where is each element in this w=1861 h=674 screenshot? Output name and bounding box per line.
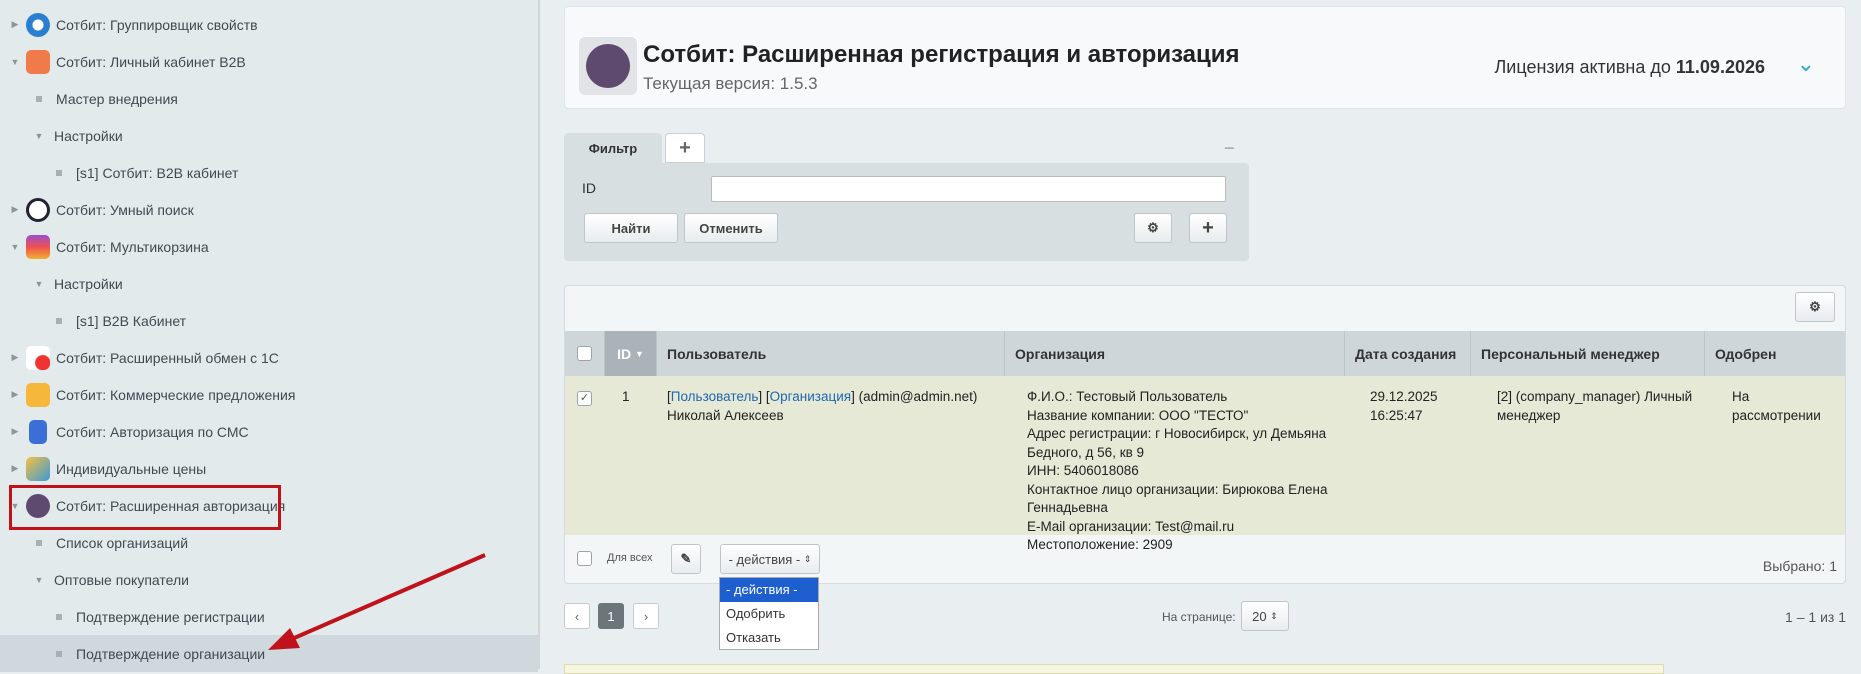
sidebar-item-label: Подтверждение организации — [76, 645, 266, 662]
sidebar-item-label: Мастер внедрения — [56, 90, 178, 107]
sidebar-item-label: Сотбит: Авторизация по СМС — [56, 423, 249, 440]
dropdown-option[interactable]: Одобрить — [720, 602, 818, 626]
sidebar-item-sms-auth[interactable]: ▶ Сотбит: Авторизация по СМС — [0, 413, 538, 450]
sidebar-item-s1-b2b-cabinet[interactable]: [s1] B2B Кабинет — [0, 302, 538, 339]
sidebar-item-label: Сотбит: Расширенный обмен с 1С — [56, 349, 279, 366]
dropdown-option[interactable]: Отказать — [720, 626, 818, 650]
collapse-filter-button[interactable]: − — [1224, 138, 1235, 159]
row-id: 1 — [622, 389, 630, 404]
b2b-icon — [26, 49, 50, 74]
chevron-down-icon[interactable]: ⌄ — [1797, 51, 1815, 77]
sidebar-item-label: Список организаций — [56, 534, 189, 551]
table-settings-gear-icon[interactable]: ⚙ — [1795, 292, 1835, 322]
sidebar-item-label: [s1] Сотбит: B2B кабинет — [76, 164, 239, 181]
sidebar-item-s1-b2b[interactable]: [s1] Сотбит: B2B кабинет — [0, 154, 538, 191]
module-version: Текущая версия: 1.5.3 — [643, 74, 818, 93]
sidebar-item-label: Сотбит: Умный поиск — [56, 201, 194, 218]
sidebar-item-settings-2[interactable]: ▼ Настройки — [0, 265, 538, 302]
sidebar-item-label: Сотбит: Мультикорзина — [56, 238, 209, 255]
phone-icon — [29, 419, 47, 444]
sidebar-item-prices[interactable]: ▶ Индивидуальные цены — [0, 450, 538, 487]
add-filter-tab-button[interactable]: + — [665, 133, 705, 163]
module-logo-icon — [579, 37, 637, 95]
license-info: Лицензия активна до 11.09.2026 — [1494, 57, 1765, 77]
edit-pencil-icon[interactable]: ✎ — [671, 544, 701, 574]
sidebar-item-master[interactable]: Мастер внедрения — [0, 80, 538, 117]
page-1-button[interactable]: 1 — [598, 603, 624, 629]
page-title: Сотбит: Расширенная регистрация и автори… — [643, 41, 1240, 68]
column-header-user[interactable]: Пользователь — [657, 331, 1005, 376]
row-date: 29.12.2025 16:25:47 — [1370, 389, 1438, 423]
add-field-button[interactable]: + — [1189, 213, 1227, 243]
page-range: 1 – 1 из 1 — [1785, 609, 1846, 625]
sidebar-item-label: Индивидуальные цены — [56, 460, 207, 477]
dropdown-option[interactable]: - действия - — [720, 578, 818, 602]
column-header-id[interactable]: ID ▼ — [605, 331, 657, 376]
select-all-checkbox[interactable] — [565, 331, 605, 376]
column-header-approved[interactable]: Одобрен — [1705, 331, 1845, 376]
find-button[interactable]: Найти — [584, 213, 678, 243]
id-input[interactable] — [711, 176, 1226, 202]
offers-icon — [26, 382, 50, 407]
sidebar-item-label: Оптовые покупатели — [54, 571, 189, 588]
column-header-manager[interactable]: Персональный менеджер — [1471, 331, 1705, 376]
for-all-label: Для всех — [607, 552, 653, 564]
annotation-arrow — [268, 553, 486, 650]
tab-filter[interactable]: Фильтр — [564, 133, 662, 163]
sidebar-item-settings[interactable]: ▼ Настройки — [0, 117, 538, 154]
for-all-checkbox[interactable] — [577, 551, 592, 569]
grouper-icon — [26, 12, 50, 37]
sidebar-item-label: Сотбит: Коммерческие предложения — [56, 386, 296, 403]
id-label: ID — [582, 180, 596, 196]
column-header-org[interactable]: Организация — [1005, 331, 1345, 376]
next-page-button[interactable]: › — [633, 603, 659, 629]
user-link[interactable]: Пользователь — [671, 389, 759, 404]
sidebar-item-label: Сотбит: Группировщик свойств — [56, 16, 258, 33]
row-approved: На рассмотрении — [1732, 389, 1821, 423]
sidebar-item-multicart[interactable]: ▼ Сотбит: Мультикорзина — [0, 228, 538, 265]
sidebar-item-b2b[interactable]: ▼ Сотбит: Личный кабинет B2B — [0, 43, 538, 80]
sidebar: ▶ Сотбит: Группировщик свойств ▼ Сотбит: Л… — [0, 0, 540, 672]
bottom-notice-bar — [564, 664, 1664, 674]
highlight-box — [9, 485, 281, 530]
module-header: Сотбит: Расширенная регистрация и автори… — [564, 6, 1846, 109]
sidebar-item-grouper[interactable]: ▶ Сотбит: Группировщик свойств — [0, 6, 538, 43]
sidebar-item-smart-search[interactable]: ▶ Сотбит: Умный поиск — [0, 191, 538, 228]
filter-panel: ID Найти Отменить ⚙ + — [564, 163, 1249, 261]
selected-count: Выбрано: 1 — [1762, 558, 1837, 574]
sidebar-item-label: Настройки — [54, 127, 123, 144]
row-user: [Пользователь] [Организация] (admin@admi… — [667, 389, 978, 423]
per-page-label: На странице: — [1162, 610, 1236, 624]
actions-select[interactable]: - действия - ⇕ — [720, 544, 820, 574]
sidebar-item-offers[interactable]: ▶ Сотбит: Коммерческие предложения — [0, 376, 538, 413]
sidebar-item-label: [s1] B2B Кабинет — [76, 312, 187, 329]
org-link[interactable]: Организация — [770, 389, 851, 404]
sidebar-item-exchange-1c[interactable]: ▶ Сотбит: Расширенный обмен с 1С — [0, 339, 538, 376]
gear-icon[interactable]: ⚙ — [1134, 213, 1172, 243]
sidebar-item-label: Сотбит: Личный кабинет B2B — [56, 53, 246, 70]
column-header-date[interactable]: Дата создания — [1345, 331, 1471, 376]
table-row[interactable]: ✓ 1 [Пользователь] [Организация] (admin@… — [565, 376, 1845, 552]
row-checkbox[interactable]: ✓ — [577, 388, 592, 407]
prices-icon — [26, 456, 50, 481]
cancel-button[interactable]: Отменить — [684, 213, 778, 243]
sidebar-item-label: Настройки — [54, 275, 123, 292]
penguin-icon — [26, 197, 50, 222]
sidebar-item-label: Подтверждение регистрации — [76, 608, 265, 625]
data-table: ⚙ ID ▼ Пользователь Организация Дата соз… — [564, 285, 1846, 584]
actions-dropdown: - действия - Одобрить Отказать — [719, 577, 819, 650]
prev-page-button[interactable]: ‹ — [564, 603, 590, 629]
exchange-icon — [26, 345, 50, 370]
per-page-select[interactable]: 20 ⇕ — [1241, 601, 1289, 631]
row-manager: [2] (company_manager) Личный менеджер — [1497, 389, 1693, 423]
row-org: Ф.И.О.: Тестовый Пользователь Название ко… — [1027, 389, 1328, 552]
multicart-icon — [26, 234, 50, 259]
